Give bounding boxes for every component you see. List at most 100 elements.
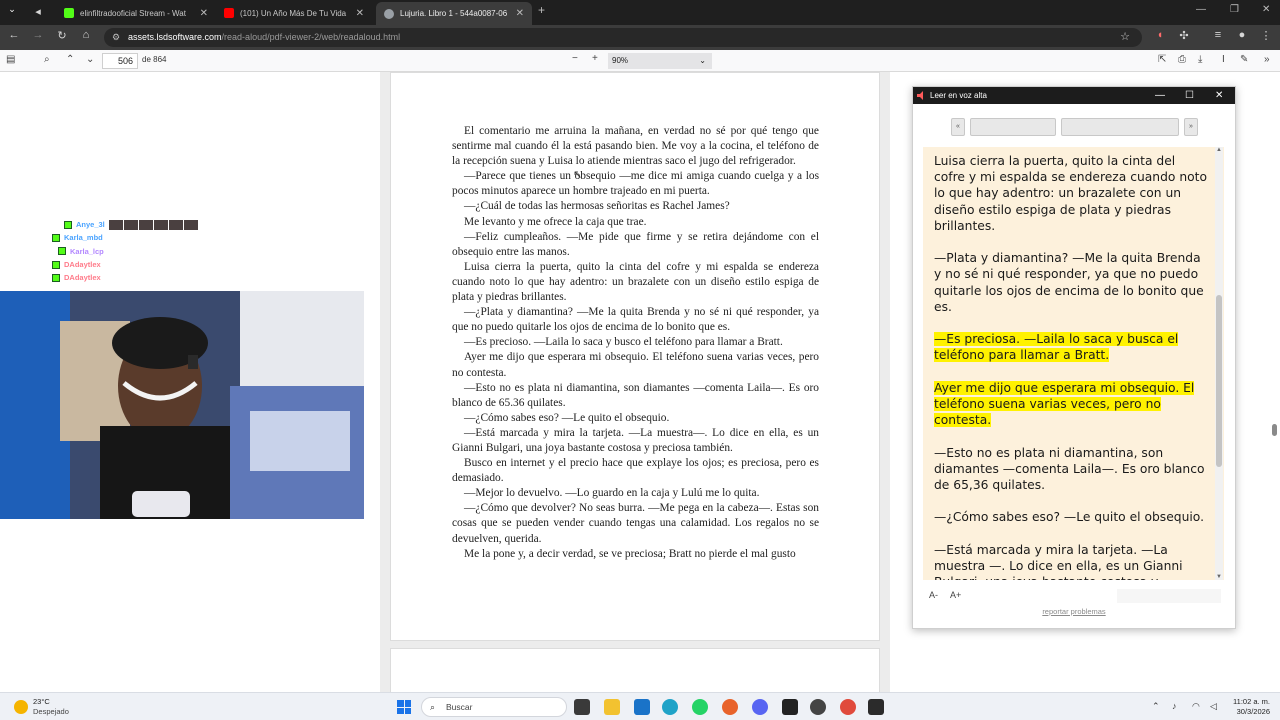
minimize-icon[interactable]: — [1196,4,1206,15]
print-icon[interactable]: ⎙ [1178,54,1186,65]
page-number-input[interactable]: 506 [102,53,138,69]
reader-paragraph: —Es preciosa. —Laila lo saca y busca el … [934,331,1210,363]
app-icon[interactable] [722,699,738,715]
obs-icon[interactable] [782,699,798,715]
discord-icon[interactable] [752,699,768,715]
tab-youtube[interactable]: (101) Un Año Más De Tu Vida ✕ [216,3,372,23]
site-info-icon[interactable]: ⚙ [112,28,120,47]
reader-scrollbar[interactable]: ▲ ▼ [1215,147,1223,580]
rewind-button[interactable]: « [951,118,965,136]
text-cursor-icon: ↖ [573,169,583,181]
recorder-icon[interactable] [810,699,826,715]
close-icon[interactable]: ✕ [516,8,524,19]
more-tools-icon[interactable]: » [1264,54,1270,65]
viewer-scrollbar[interactable] [1272,424,1277,436]
page-paragraph: Luisa cierra la puerta, quito la cinta d… [452,260,819,304]
close-icon[interactable]: ✕ [356,8,364,19]
back-arrow-icon[interactable]: ← [6,29,22,41]
pdf-page: El comentario me arruina la mañana, en v… [390,72,880,641]
pinned-tab-icon[interactable]: ◂ [30,5,46,18]
weather-temperature[interactable]: 23°C [33,697,50,706]
reader-controls: « » [913,104,1235,146]
zoom-in-button[interactable]: + [592,53,598,64]
play-pause-button[interactable] [970,118,1056,136]
menu-icon[interactable]: ⋮ [1258,29,1274,42]
stream-chat-overlay: Anye_3l Karla_mbd Karla_lcp DAdaytlex DAdayt… [52,218,212,284]
read-aloud-logo-icon [917,91,923,100]
clock-date[interactable]: 30/3/2026 [1226,707,1270,716]
close-icon[interactable]: ✕ [1215,87,1223,104]
page-paragraph: —¿Cómo que devolver? No seas burra. —Me … [452,502,819,545]
microphone-icon[interactable]: ♪ [1172,701,1177,711]
new-tab-button[interactable]: + [538,3,545,17]
reader-title: Leer en voz alta [930,91,987,100]
font-increase-button[interactable]: A+ [950,590,961,600]
chat-message: Karla_lcp [58,245,212,258]
forward-arrow-icon[interactable]: → [30,29,46,41]
chevron-up-icon[interactable]: ⌃ [1152,701,1160,712]
search-icon[interactable]: ⌕ [44,54,50,65]
scroll-down-icon[interactable]: ▼ [1215,574,1223,580]
reader-text-panel[interactable]: Luisa cierra la puerta, quito la cinta d… [923,147,1224,580]
tab-stream[interactable]: elinfiltradooficial Stream - Wat ✕ [56,3,216,23]
edge-icon[interactable] [662,699,678,715]
report-problems-link[interactable]: reportar problemas [913,607,1235,616]
clock-time[interactable]: 11:02 a. m. [1226,697,1270,706]
previous-page-icon[interactable]: ⌃ [66,54,74,65]
draw-tool-icon[interactable]: ✎ [1240,54,1248,65]
wifi-icon[interactable]: ◠ [1192,701,1200,712]
tab-list-icon[interactable]: ≡ [1210,29,1226,41]
bookmark-star-icon[interactable]: ☆ [1120,28,1130,47]
emote-icon [108,219,123,230]
page-text: El comentario me arruina la mañana, en v… [452,124,819,562]
kick-badge-icon [52,233,60,242]
text-tool-icon[interactable]: I [1222,54,1225,65]
download-icon[interactable]: ⤓ [1198,54,1202,65]
zoom-out-button[interactable]: − [572,53,578,64]
reader-paragraph: —Plata y diamantina? —Me la quita Brenda… [934,250,1210,315]
read-aloud-taskbar-icon[interactable] [868,699,884,715]
sun-icon[interactable] [14,700,28,714]
home-icon[interactable]: ⌂ [78,29,94,41]
minimize-icon[interactable]: — [1155,87,1165,104]
file-explorer-icon[interactable] [604,699,620,715]
chrome-icon[interactable] [840,699,856,715]
tab-pdf[interactable]: Lujuria. Libro 1 - 544a0087-06 ✕ [376,2,532,25]
emote-icon [123,219,138,230]
taskbar-search[interactable]: ⌕ Buscar [421,697,567,717]
read-aloud-window[interactable]: Leer en voz alta — ☐ ✕ « » Luisa cierra … [912,86,1236,629]
avatar[interactable]: ● [1234,29,1250,41]
zoom-select[interactable]: 90% ⌄ [608,53,712,69]
next-page-icon[interactable]: ⌄ [86,54,94,65]
chat-emotes [108,219,198,230]
forward-button[interactable]: » [1184,118,1198,136]
puzzle-icon[interactable]: ✣ [1176,29,1192,42]
kick-favicon-icon [64,8,74,18]
footer-status [1117,589,1221,603]
font-decrease-button[interactable]: A- [929,590,938,600]
scroll-thumb[interactable] [1216,295,1222,467]
close-icon[interactable]: ✕ [200,8,208,19]
close-window-icon[interactable]: ✕ [1262,4,1270,15]
extension-icon[interactable]: ◖ [1152,29,1168,41]
kick-badge-icon [64,220,72,229]
stop-button[interactable] [1061,118,1179,136]
scroll-up-icon[interactable]: ▲ [1215,147,1223,153]
url-field[interactable]: ⚙ assets.lsdsoftware.com/read-aloud/pdf-… [104,28,1142,47]
page-paragraph: Me la pone y, a decir verdad, se ve prec… [464,547,796,560]
reload-icon[interactable]: ↻ [54,29,70,42]
youtube-favicon-icon [224,8,234,18]
sidebar-toggle-icon[interactable]: ▤ [6,54,15,65]
tab-search-icon[interactable]: ⌄ [4,4,20,15]
whatsapp-icon[interactable] [692,699,708,715]
windows-start-icon[interactable] [397,700,411,714]
weather-description[interactable]: Despejado [33,707,69,716]
maximize-icon[interactable]: ☐ [1185,87,1194,104]
open-file-icon[interactable]: ⇱ [1158,54,1166,65]
store-icon[interactable] [634,699,650,715]
maximize-icon[interactable]: ❐ [1230,4,1239,15]
highlighted-sentence: Ayer me dijo que esperara mi obsequio. E… [934,380,1195,428]
chat-message: DAdaytlex [52,271,212,284]
volume-icon[interactable]: ◁ [1210,701,1217,712]
task-view-icon[interactable] [574,699,590,715]
